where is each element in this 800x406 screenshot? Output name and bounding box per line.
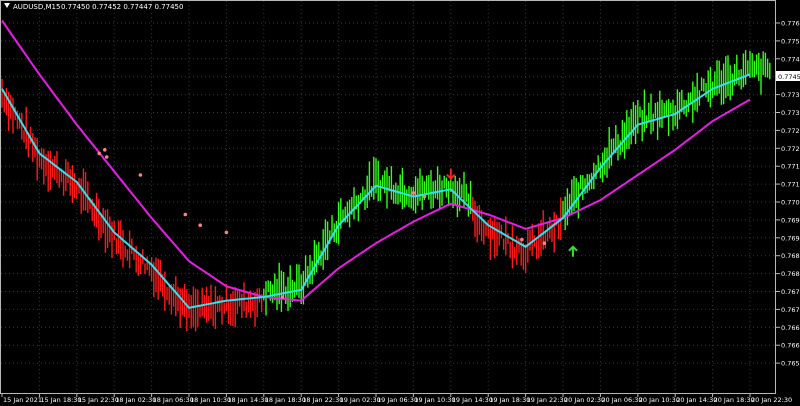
price-tick-label: 0.77330 — [781, 109, 800, 117]
price-tick-label: 0.76610 — [781, 342, 800, 350]
chart-background — [0, 0, 800, 406]
time-tick-label: 20 Jan 06:30 — [601, 396, 642, 404]
time-tick-label: 19 Jan 14:30 — [452, 396, 493, 404]
price-tick-label: 0.76885 — [781, 252, 800, 260]
signal-dot — [138, 173, 143, 177]
signal-dot — [411, 191, 416, 195]
signal-dot — [520, 237, 524, 242]
time-tick-label: 20 Jan 02:30 — [564, 396, 605, 404]
signal-dot — [103, 148, 107, 152]
chart-symbol: AUDUSD,M15 — [13, 3, 60, 11]
price-tick-label: 0.76555 — [781, 360, 800, 368]
time-tick-label: 15 Jan 22:30 — [78, 396, 119, 404]
signal-dot — [183, 212, 188, 217]
time-tick-label: 18 Jan 02:30 — [115, 396, 156, 404]
price-tick-label: 0.77050 — [781, 199, 800, 207]
time-tick-label: 20 Jan 14:30 — [676, 396, 717, 404]
time-tick-label: 15 Jan 18:30 — [40, 396, 81, 404]
price-tick-label: 0.76720 — [781, 306, 800, 314]
price-tick-label: 0.77385 — [781, 91, 800, 99]
price-tick-label: 0.76665 — [781, 324, 800, 332]
signal-dot — [422, 194, 427, 199]
time-tick-label: 20 Jan 10:30 — [639, 396, 680, 404]
time-tick-label: 18 Jan 06:30 — [153, 396, 194, 404]
price-tick-label: 0.77110 — [781, 181, 800, 189]
time-tick-label: 20 Jan 22:30 — [751, 396, 792, 404]
time-tick-label: 19 Jan 18:30 — [489, 396, 530, 404]
price-tick-label: 0.77165 — [781, 163, 800, 171]
signal-dot — [542, 241, 547, 245]
time-tick-label: 15 Jan 2021 — [3, 396, 42, 404]
price-tick-label: 0.77220 — [781, 145, 800, 153]
price-tick-label: 0.76995 — [781, 216, 800, 224]
chart-quote: 0.77450 0.77452 0.77447 0.77450 — [61, 3, 183, 11]
price-tick-label: 0.77550 — [781, 37, 800, 45]
signal-dot — [224, 230, 229, 235]
current-price-label: 0.77450 — [778, 73, 800, 81]
time-tick-label: 19 Jan 22:30 — [527, 396, 568, 404]
time-tick-label: 19 Jan 06:30 — [377, 396, 418, 404]
price-tick-label: 0.76830 — [781, 270, 800, 278]
price-chart[interactable]: AUDUSD,M15 0.77450 0.77452 0.77447 0.774… — [0, 0, 800, 406]
time-tick-label: 18 Jan 22:30 — [302, 396, 343, 404]
time-tick-label: 18 Jan 10:30 — [190, 396, 231, 404]
price-tick-label: 0.77495 — [781, 55, 800, 63]
signal-dot — [104, 155, 109, 159]
signal-dot — [97, 151, 101, 156]
price-tick-label: 0.77275 — [781, 127, 800, 135]
time-tick-label: 18 Jan 18:30 — [265, 396, 306, 404]
price-tick-label: 0.77605 — [781, 20, 800, 28]
time-tick-label: 20 Jan 18:30 — [714, 396, 755, 404]
price-tick-label: 0.76940 — [781, 234, 800, 242]
signal-dot — [280, 295, 285, 299]
time-tick-label: 19 Jan 10:30 — [414, 396, 455, 404]
time-tick-label: 18 Jan 14:30 — [227, 396, 268, 404]
price-tick-label: 0.76775 — [781, 288, 800, 296]
time-tick-label: 19 Jan 02:30 — [340, 396, 381, 404]
signal-dot — [198, 223, 202, 227]
